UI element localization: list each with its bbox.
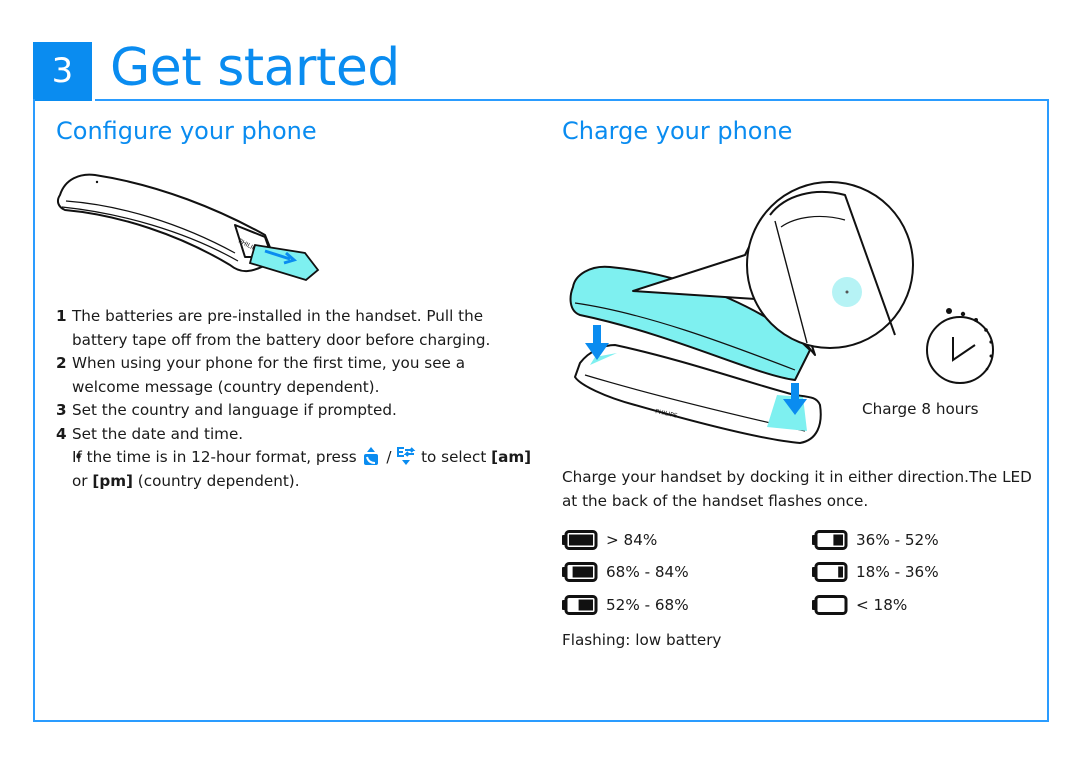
- step-text: When using your phone for the first time…: [72, 354, 466, 396]
- step-text: Set the country and language if prompted…: [72, 401, 397, 419]
- battery-full-icon: [562, 530, 598, 550]
- step-text: The batteries are pre-installed in the h…: [72, 307, 491, 349]
- battery-medium-icon: [812, 530, 848, 550]
- handset-led-dot: [95, 180, 99, 184]
- step-number: 4: [56, 424, 67, 443]
- battery-level-label: 18% - 36%: [856, 563, 939, 581]
- battery-level-label: 52% - 68%: [606, 596, 689, 614]
- step-number: 1: [56, 307, 67, 325]
- battery-level-label: 36% - 52%: [856, 531, 939, 549]
- battery-fill: [833, 534, 843, 546]
- configure-section-title: Configure your phone: [56, 117, 317, 145]
- sub-text-tail: (country dependent).: [137, 471, 300, 490]
- icon-separator: /: [386, 448, 392, 466]
- battery-high-icon: [562, 562, 598, 582]
- up-call-key-icon: [364, 447, 379, 465]
- configure-steps-list: 1 The batteries are pre-installed in the…: [56, 305, 536, 493]
- sub-bullet-item: • If the time is in 12-hour format, pres…: [56, 446, 536, 493]
- am-option: [am]: [491, 448, 532, 466]
- battery-fill: [569, 534, 593, 546]
- step-item: 1 The batteries are pre-installed in the…: [56, 305, 536, 352]
- battery-legend-item: < 18%: [812, 594, 907, 616]
- step-item: 4 Set the date and time.: [56, 423, 536, 447]
- pm-option: [pm]: [92, 471, 133, 490]
- battery-shell: [814, 595, 848, 615]
- bullet: •: [74, 448, 83, 466]
- charge-description: Charge your handset by docking it in eit…: [562, 468, 1032, 510]
- battery-empty-icon: [812, 595, 848, 615]
- step-number: 3: [56, 401, 67, 419]
- battery-level-label: > 84%: [606, 531, 658, 549]
- battery-legend-item: 68% - 84%: [562, 561, 689, 583]
- battery-legend-item: 18% - 36%: [812, 561, 939, 583]
- battery-fill: [838, 566, 843, 578]
- magnified-view-circle: [746, 181, 914, 349]
- sub-text-before: If the time is in 12-hour format, press: [72, 448, 357, 466]
- step-number: 2: [56, 354, 67, 372]
- battery-legend-item: > 84%: [562, 529, 657, 551]
- chapter-number-badge: 3: [33, 42, 92, 101]
- battery-low-icon: [812, 562, 848, 582]
- down-redial-key-icon: [397, 447, 416, 465]
- battery-legend-item: 36% - 52%: [812, 529, 939, 551]
- handset-battery-tape-illustration: PHILIPS: [56, 173, 320, 282]
- sub-text-after: to select: [421, 448, 487, 466]
- or-text: or: [72, 471, 88, 490]
- step-item: 2 When using your phone for the first ti…: [56, 352, 536, 399]
- frame-top-rule: [95, 99, 1047, 101]
- charge-hours-label: Charge 8 hours: [862, 400, 979, 418]
- clock-icon: [926, 316, 994, 384]
- battery-legend-item: 52% - 68%: [562, 594, 689, 616]
- flashing-low-battery-note: Flashing: low battery: [562, 631, 722, 649]
- battery-medium-high-icon: [562, 595, 598, 615]
- battery-level-label: < 18%: [856, 596, 908, 614]
- page-title: Get started: [110, 38, 400, 98]
- battery-fill: [578, 599, 593, 611]
- battery-tape: [248, 243, 320, 282]
- charge-section-title: Charge your phone: [562, 117, 793, 145]
- battery-fill: [572, 566, 593, 578]
- step-item: 3 Set the country and language if prompt…: [56, 399, 536, 423]
- battery-level-label: 68% - 84%: [606, 563, 689, 581]
- step-text: Set the date and time.: [72, 424, 244, 443]
